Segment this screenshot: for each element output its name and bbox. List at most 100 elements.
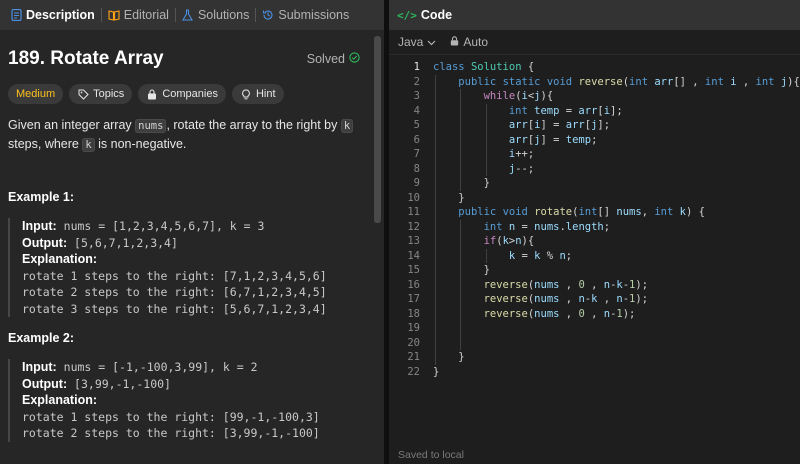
code-text: reverse(nums , 0 , n-1); xyxy=(433,307,636,322)
tab-description[interactable]: Description xyxy=(6,8,99,22)
companies-button[interactable]: Companies xyxy=(138,84,226,104)
code-editor[interactable]: 1 class Solution {2 public static void re… xyxy=(389,58,800,438)
code-line[interactable]: 2 public static void reverse(int arr[] ,… xyxy=(389,75,800,90)
difficulty-badge: Medium xyxy=(8,84,64,104)
example-2-title: Example 2: xyxy=(8,331,75,345)
line-number: 18 xyxy=(407,307,420,320)
code-line[interactable]: 21 } xyxy=(389,350,800,365)
explanation-line: rotate 1 steps to the right: [7,1,2,3,4,… xyxy=(22,268,327,283)
code-text: } xyxy=(433,350,464,365)
solved-label: Solved xyxy=(306,52,345,66)
tab-solutions[interactable]: Solutions xyxy=(178,8,253,22)
topics-label: Topics xyxy=(93,88,125,100)
auto-mode-label: Auto xyxy=(463,35,489,49)
code-line[interactable]: 9 } xyxy=(389,176,800,191)
language-select[interactable]: Java xyxy=(398,35,436,49)
code-line[interactable]: 19 xyxy=(389,321,800,336)
code-token: void xyxy=(502,206,528,218)
explanation-line: rotate 2 steps to the right: [6,7,1,2,3,… xyxy=(22,285,327,299)
input-value: nums = [1,2,3,4,5,6,7], k = 3 xyxy=(56,219,265,233)
code-line[interactable]: 16 reverse(nums , 0 , n-k-1); xyxy=(389,278,800,293)
description-scrollbar[interactable] xyxy=(371,30,384,464)
code-token: --; xyxy=(515,162,535,175)
code-icon: </> xyxy=(397,8,417,22)
topics-button[interactable]: Topics xyxy=(69,84,133,104)
code-line[interactable]: 3 while(i<j){ xyxy=(389,89,800,104)
line-number: 13 xyxy=(407,235,420,247)
code-token: , xyxy=(559,278,579,291)
book-icon xyxy=(108,9,120,21)
example-1-block: Input: nums = [1,2,3,4,5,6,7], k = 3 Out… xyxy=(8,218,362,317)
tab-submissions[interactable]: Submissions xyxy=(258,8,353,22)
code-line[interactable]: 20 xyxy=(389,336,800,351)
companies-label: Companies xyxy=(162,88,218,100)
hint-label: Hint xyxy=(255,88,276,100)
indent-guide xyxy=(435,74,436,365)
code-text: } xyxy=(433,176,490,191)
input-label: Input: xyxy=(22,219,57,233)
explanation-label: Explanation: xyxy=(22,393,98,407)
tab-description-label: Description xyxy=(26,8,95,22)
code-token: rotate xyxy=(534,206,573,218)
code-line[interactable]: 6 arr[j] = temp; xyxy=(389,133,800,148)
code-token: temp xyxy=(565,133,592,146)
code-line[interactable]: 8 j--; xyxy=(389,162,800,177)
code-line[interactable]: 12 int n = nums.length; xyxy=(389,220,800,235)
example-input: Input: nums = [1,2,3,4,5,6,7], k = 3 xyxy=(22,218,362,235)
code-text: while(i<j){ xyxy=(433,89,554,104)
code-token: = xyxy=(515,220,535,233)
code-panel-title: Code xyxy=(420,8,453,22)
line-number: 9 xyxy=(413,177,420,189)
code-line[interactable]: 14 k = k % n; xyxy=(389,249,800,264)
line-number: 4 xyxy=(413,104,420,117)
code-line[interactable]: 18 reverse(nums , 0 , n-1); xyxy=(389,307,800,322)
explanation-line: rotate 3 steps to the right: [5,6,7,1,2,… xyxy=(22,301,327,316)
code-token: , xyxy=(584,278,604,291)
tab-editorial-label: Editorial xyxy=(123,8,169,22)
auto-mode-toggle[interactable]: Auto xyxy=(450,35,488,49)
code-token: arr xyxy=(565,119,585,131)
code-line[interactable]: 15 } xyxy=(389,263,800,278)
code-text: int temp = arr[i]; xyxy=(433,104,623,119)
tab-editorial[interactable]: Editorial xyxy=(104,8,173,22)
code-token: ] = xyxy=(540,133,566,146)
line-number: 5 xyxy=(413,119,420,131)
code-token: int xyxy=(508,104,528,117)
code-token: nums xyxy=(534,307,560,320)
code-text: } xyxy=(433,191,464,206)
code-line[interactable]: 7 i++; xyxy=(389,147,800,162)
code-line[interactable]: 17 reverse(nums , n-k , n-1); xyxy=(389,292,800,307)
hint-button[interactable]: Hint xyxy=(231,84,284,104)
save-status: Saved to local xyxy=(398,449,464,461)
code-token: ){ xyxy=(540,90,554,102)
code-line[interactable]: 10 } xyxy=(389,191,800,206)
scrollbar-thumb[interactable] xyxy=(374,36,381,223)
code-text: } xyxy=(433,365,439,380)
output-label: Output: xyxy=(22,235,68,250)
inline-code: nums xyxy=(135,119,167,133)
code-token: ]; xyxy=(597,119,611,131)
code-line[interactable]: 11 public void rotate(int[] nums, int k)… xyxy=(389,205,800,220)
code-line[interactable]: 1 class Solution { xyxy=(389,60,800,75)
code-token: arr xyxy=(578,104,598,117)
code-line[interactable]: 13 if(k>n){ xyxy=(389,234,800,249)
code-token: arr xyxy=(508,133,528,146)
chevron-down-icon xyxy=(427,35,436,49)
code-line[interactable]: 4 int temp = arr[i]; xyxy=(389,104,800,119)
code-token: } xyxy=(433,177,490,189)
inline-code: k xyxy=(82,138,95,152)
code-line[interactable]: 5 arr[i] = arr[j]; xyxy=(389,118,800,133)
output-value: [3,99,-1,-100] xyxy=(67,376,171,391)
example-1-title: Example 1: xyxy=(8,190,75,204)
code-line[interactable]: 22} xyxy=(389,365,800,380)
code-token: [] xyxy=(597,206,617,218)
code-token: ] = xyxy=(540,119,566,131)
code-token: } xyxy=(433,365,440,378)
indent-guide xyxy=(460,89,462,191)
line-number: 8 xyxy=(413,162,420,175)
code-token: void xyxy=(546,75,573,88)
